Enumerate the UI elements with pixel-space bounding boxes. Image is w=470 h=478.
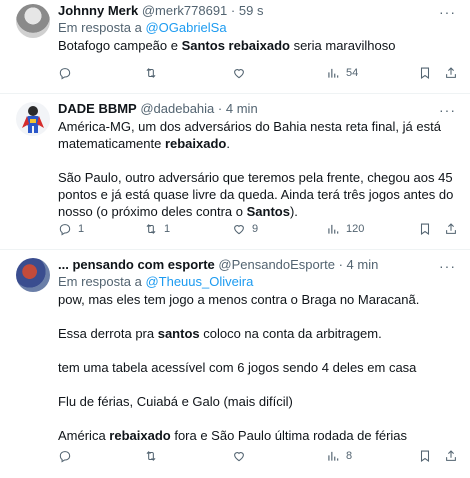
tweet-header: Johnny Merk @merk778691 · 59 s [58, 2, 458, 19]
reply-button[interactable]: 1 [58, 219, 84, 239]
tweet-1[interactable]: Johnny Merk @merk778691 · 59 s Em respos… [0, 0, 470, 94]
share-button[interactable] [444, 219, 458, 239]
like-button[interactable] [232, 446, 252, 466]
text-paragraph: pow, mas eles tem jogo a menos contra o … [58, 292, 420, 307]
text-bold: Santos [246, 204, 290, 219]
reply-to-link[interactable]: @Theuus_Oliveira [145, 274, 253, 289]
text-segment: fora e São Paulo última rodada de férias [170, 428, 408, 443]
views-chart-icon [326, 222, 340, 236]
more-horizontal-icon[interactable]: ··· [439, 102, 456, 118]
share-icon [444, 449, 458, 463]
share-icon [444, 66, 458, 80]
timestamp[interactable]: 4 min [226, 101, 258, 116]
reply-context: Em resposta a @OGabrielSa [58, 19, 458, 36]
retweet-button[interactable]: 1 [144, 219, 170, 239]
retweet-icon [144, 449, 158, 463]
text-bold: santos [157, 326, 200, 341]
text-segment: Essa derrota pra [58, 326, 158, 341]
retweet-icon [144, 222, 158, 236]
retweet-icon [144, 66, 158, 80]
reply-prefix: Em resposta a [58, 274, 142, 289]
tweet-text: pow, mas eles tem jogo a menos contra o … [58, 291, 458, 444]
author-name[interactable]: ... pensando com esporte [58, 257, 215, 272]
tweet-text: América-MG, um dos adversários do Bahia … [58, 118, 458, 220]
views-count: 120 [346, 223, 365, 235]
tweet-header: DADE BBMP @dadebahia · 4 min [58, 100, 458, 117]
views-chart-icon [326, 449, 340, 463]
author-handle[interactable]: @dadebahia [140, 101, 214, 116]
avatar[interactable] [16, 102, 50, 136]
author-handle[interactable]: @PensandoEsporte [218, 257, 335, 272]
tweet-actions: 54 [58, 63, 450, 83]
reply-bubble-icon [58, 66, 72, 80]
views-button[interactable]: 120 [326, 219, 364, 239]
separator-dot: · [217, 101, 223, 116]
share-button[interactable] [444, 63, 458, 83]
more-horizontal-icon[interactable]: ··· [439, 4, 456, 20]
views-button[interactable]: 54 [326, 63, 358, 83]
author-handle[interactable]: @merk778691 [142, 3, 227, 18]
reply-button[interactable] [58, 63, 78, 83]
tweet-header: ... pensando com esporte @PensandoEsport… [58, 256, 458, 273]
reply-bubble-icon [58, 449, 72, 463]
bookmark-icon [418, 66, 432, 80]
tweet-3[interactable]: ... pensando com esporte @PensandoEsport… [0, 250, 470, 478]
heart-icon [232, 449, 246, 463]
reply-to-link[interactable]: @OGabrielSa [145, 20, 226, 35]
share-icon [444, 222, 458, 236]
like-count: 9 [252, 223, 259, 235]
text-bold: rebaixado [109, 428, 171, 443]
reply-button[interactable] [58, 446, 78, 466]
like-button[interactable] [232, 63, 252, 83]
bookmark-button[interactable] [418, 446, 432, 466]
avatar[interactable] [16, 258, 50, 292]
tweet-2[interactable]: DADE BBMP @dadebahia · 4 min América-MG,… [0, 94, 470, 250]
bookmark-button[interactable] [418, 63, 432, 83]
retweet-button[interactable] [144, 446, 164, 466]
text-segment: seria maravilhoso [289, 38, 396, 53]
timestamp[interactable]: 59 s [239, 3, 264, 18]
tweet-actions: 8 [58, 446, 450, 466]
like-button[interactable]: 9 [232, 219, 258, 239]
bookmark-icon [418, 449, 432, 463]
views-chart-icon [326, 66, 340, 80]
reply-count: 1 [78, 223, 85, 235]
superhero-avatar-icon [22, 106, 44, 133]
text-paragraph: tem uma tabela acessível com 6 jogos sen… [58, 360, 417, 375]
text-segment: . [226, 136, 230, 151]
text-segment: Botafogo campeão e [58, 38, 182, 53]
heart-icon [232, 222, 246, 236]
share-button[interactable] [444, 446, 458, 466]
more-horizontal-icon[interactable]: ··· [439, 258, 456, 274]
reply-context: Em resposta a @Theuus_Oliveira [58, 273, 458, 290]
retweet-count: 1 [164, 223, 171, 235]
views-count: 8 [346, 450, 353, 462]
text-segment: coloco na conta da arbitragem. [199, 326, 382, 341]
text-bold: rebaixado [164, 136, 227, 151]
reply-prefix: Em resposta a [58, 20, 142, 35]
author-name[interactable]: DADE BBMP [58, 101, 137, 116]
separator-dot: · [230, 3, 236, 18]
bookmark-icon [418, 222, 432, 236]
timestamp[interactable]: 4 min [347, 257, 379, 272]
tweet-text: Botafogo campeão e Santos rebaixado seri… [58, 37, 458, 54]
tweet-actions: 1 1 9 120 [58, 219, 450, 239]
avatar[interactable] [16, 4, 50, 38]
author-name[interactable]: Johnny Merk [58, 3, 138, 18]
bookmark-button[interactable] [418, 219, 432, 239]
text-bold: Santos rebaixado [181, 38, 290, 53]
views-count: 54 [346, 67, 359, 79]
reply-bubble-icon [58, 222, 72, 236]
views-button[interactable]: 8 [326, 446, 352, 466]
text-segment: América-MG, um dos adversários do Bahia … [58, 119, 441, 151]
text-segment: ). [289, 204, 298, 219]
heart-icon [232, 66, 246, 80]
text-segment: América [58, 428, 110, 443]
text-paragraph: Flu de férias, Cuiabá e Galo (mais difíc… [58, 394, 293, 409]
retweet-button[interactable] [144, 63, 164, 83]
separator-dot: · [338, 257, 343, 272]
